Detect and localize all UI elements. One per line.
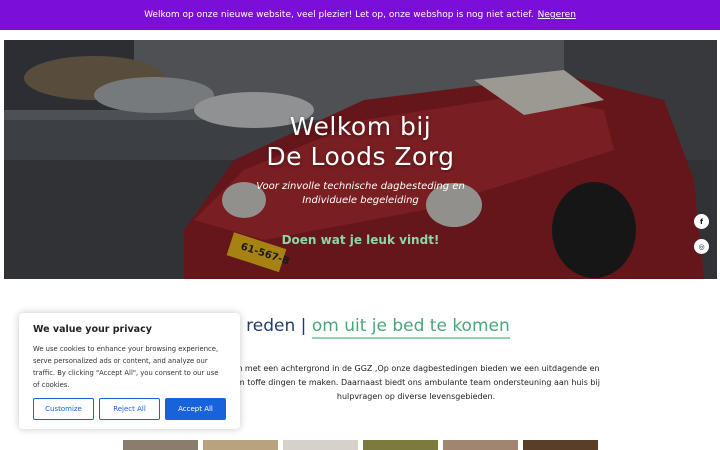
intro-text: en met een achtergrond in de GGZ ,Op onz… [232, 364, 600, 401]
photo-thumbnail[interactable] [443, 440, 518, 450]
hero-title-line2: De Loods Zorg [266, 142, 455, 171]
cookie-body: We use cookies to enhance your browsing … [33, 345, 219, 389]
hero-subtitle-line2: Individuele begeleiding [302, 195, 419, 206]
photo-thumbnail[interactable] [203, 440, 278, 450]
accept-all-button[interactable]: Accept All [165, 398, 226, 420]
notice-dismiss-link[interactable]: Negeren [538, 10, 576, 20]
header-spacer [0, 30, 720, 40]
section-title-accent: om uit je bed te komen [311, 316, 510, 339]
section-title-start: n reden | [230, 316, 307, 336]
hero-subtitle-line1: Voor zinvolle technische dagbesteding en [256, 181, 465, 192]
cookie-consent-dialog: We value your privacy We use cookies to … [19, 313, 240, 429]
photo-strip [123, 440, 603, 450]
photo-thumbnail[interactable] [123, 440, 198, 450]
photo-thumbnail[interactable] [283, 440, 358, 450]
hero-cta[interactable]: Doen wat je leuk vindt! [4, 233, 717, 247]
hero-title: Welkom bij De Loods Zorg [4, 112, 717, 172]
facebook-icon[interactable]: f [694, 214, 709, 229]
notice-bar: Welkom op onze nieuwe website, veel plez… [0, 0, 720, 30]
notice-text: Welkom op onze nieuwe website, veel plez… [144, 10, 534, 20]
photo-thumbnail[interactable] [363, 440, 438, 450]
instagram-icon[interactable]: ◎ [694, 239, 709, 254]
cookie-buttons: Customize Reject All Accept All [33, 398, 226, 420]
section-title: n reden | om uit je bed te komen [230, 316, 510, 339]
reject-all-button[interactable]: Reject All [99, 398, 160, 420]
photo-thumbnail[interactable] [523, 440, 598, 450]
customize-button[interactable]: Customize [33, 398, 94, 420]
hero-subtitle: Voor zinvolle technische dagbesteding en… [4, 180, 717, 208]
hero-title-line1: Welkom bij [289, 112, 432, 141]
cookie-title: We value your privacy [33, 324, 152, 335]
hero-banner: Welkom bij De Loods Zorg Voor zinvolle t… [4, 40, 717, 279]
